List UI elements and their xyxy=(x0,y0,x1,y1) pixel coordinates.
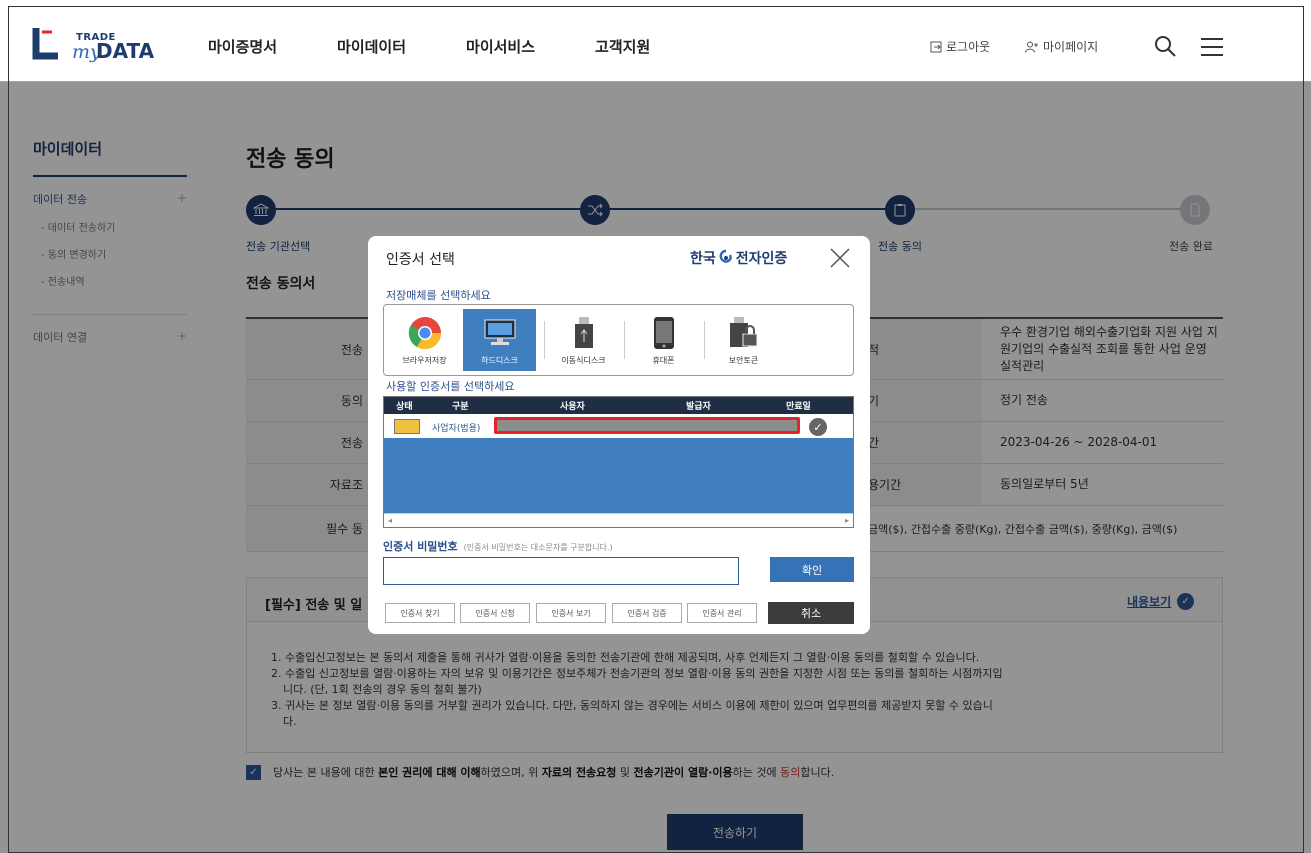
media-security-token[interactable]: 보안토큰 xyxy=(707,309,780,371)
password-label-text: 인증서 비밀번호 xyxy=(383,540,458,553)
media-usb[interactable]: 이동식디스크 xyxy=(547,309,620,371)
certificate-password-input[interactable] xyxy=(383,557,739,585)
cert-type: 사업자(법용) xyxy=(432,424,481,434)
media-label: 하드디스크 xyxy=(481,356,518,365)
browser-icon xyxy=(408,317,441,350)
scroll-left-icon[interactable]: ◂ xyxy=(388,516,392,525)
certificate-card-icon xyxy=(394,419,420,434)
brand-text-right: 전자인증 xyxy=(735,251,788,267)
media-label: 이동식디스크 xyxy=(561,356,606,365)
nav-my-service[interactable]: 마이서비스 xyxy=(466,36,535,57)
col-issuer: 발급자 xyxy=(686,402,711,412)
storage-label: 저장매체를 선택하세요 xyxy=(386,289,491,302)
korea-e-cert-logo: 한국 전자인증 xyxy=(690,248,787,268)
col-expiry: 만료일 xyxy=(786,402,811,412)
media-label: 브라우저저장 xyxy=(402,356,447,365)
usb-icon xyxy=(574,317,593,348)
mypage-link[interactable]: 마이페이지 xyxy=(1025,38,1098,55)
hamburger-menu-icon[interactable] xyxy=(1200,37,1224,57)
nav-my-certificate[interactable]: 마이증명서 xyxy=(208,36,277,57)
certificate-list: 상태 구분 사용자 발급자 만료일 사업자(법용) ✓ ◂ ▸ xyxy=(383,396,854,528)
trade-mydata-logo[interactable]: TRADE my DATA xyxy=(32,24,154,64)
media-label: 보안토큰 xyxy=(728,356,759,365)
media-divider xyxy=(624,321,625,359)
close-icon[interactable] xyxy=(828,246,852,270)
brand-text-left: 한국 xyxy=(690,251,716,267)
password-hint: (인증서 비밀번호는 대소문자를 구분합니다.) xyxy=(463,543,613,552)
logo-data-text: DATA xyxy=(96,39,155,63)
cancel-button[interactable]: 취소 xyxy=(768,602,854,624)
nav-my-data[interactable]: 마이데이터 xyxy=(337,36,406,57)
check-circle-icon: ✓ xyxy=(809,418,827,436)
certificate-row[interactable]: 사업자(법용) ✓ xyxy=(384,414,853,438)
main-nav: 마이증명서 마이데이터 마이서비스 고객지원 xyxy=(208,36,710,57)
media-browser[interactable]: 브라우저저장 xyxy=(388,309,461,371)
harddisk-icon xyxy=(484,319,515,345)
horizontal-scrollbar[interactable]: ◂ ▸ xyxy=(384,513,853,527)
logo-mark-icon xyxy=(32,28,58,60)
site-header: TRADE my DATA 마이증명서 마이데이터 마이서비스 고객지원 로그아… xyxy=(0,0,1311,82)
media-harddisk[interactable]: 하드디스크 xyxy=(463,309,536,371)
redacted-cert-info xyxy=(494,417,800,434)
security-token-icon xyxy=(729,317,757,347)
modal-title: 인증서 선택 xyxy=(386,252,455,268)
cert-list-header: 상태 구분 사용자 발급자 만료일 xyxy=(384,397,853,414)
certificate-select-modal: 인증서 선택 한국 전자인증 저장매체를 선택하세요 브라우저저장 하드디스크 … xyxy=(368,236,870,634)
media-divider xyxy=(704,321,705,359)
verify-cert-button[interactable]: 인증서 검증 xyxy=(612,603,682,623)
apply-cert-button[interactable]: 인증서 신청 xyxy=(460,603,530,623)
logout-icon xyxy=(930,41,942,52)
logout-link[interactable]: 로그아웃 xyxy=(930,38,990,55)
storage-media-list: 브라우저저장 하드디스크 이동식디스크 휴대폰 보안토큰 xyxy=(383,304,854,376)
cert-list-label: 사용할 인증서를 선택하세요 xyxy=(386,380,515,393)
brand-swirl-icon xyxy=(719,249,732,263)
manage-cert-button[interactable]: 인증서 관리 xyxy=(687,603,757,623)
col-status: 상태 xyxy=(396,402,413,412)
col-type: 구분 xyxy=(452,402,469,412)
user-icon xyxy=(1025,41,1038,53)
find-cert-button[interactable]: 인증서 찾기 xyxy=(385,603,455,623)
view-cert-button[interactable]: 인증서 보기 xyxy=(536,603,606,623)
mypage-label: 마이페이지 xyxy=(1043,40,1099,54)
media-divider xyxy=(544,321,545,359)
logout-label: 로그아웃 xyxy=(946,40,991,54)
col-user: 사용자 xyxy=(560,402,585,412)
media-label: 휴대폰 xyxy=(652,356,675,365)
phone-icon xyxy=(653,317,674,349)
search-icon[interactable] xyxy=(1153,34,1177,58)
password-label: 인증서 비밀번호 (인증서 비밀번호는 대소문자를 구분합니다.) xyxy=(383,538,613,554)
confirm-button[interactable]: 확인 xyxy=(770,557,854,582)
media-phone[interactable]: 휴대폰 xyxy=(627,309,700,371)
nav-customer-support[interactable]: 고객지원 xyxy=(595,36,650,57)
scroll-right-icon[interactable]: ▸ xyxy=(845,516,849,525)
